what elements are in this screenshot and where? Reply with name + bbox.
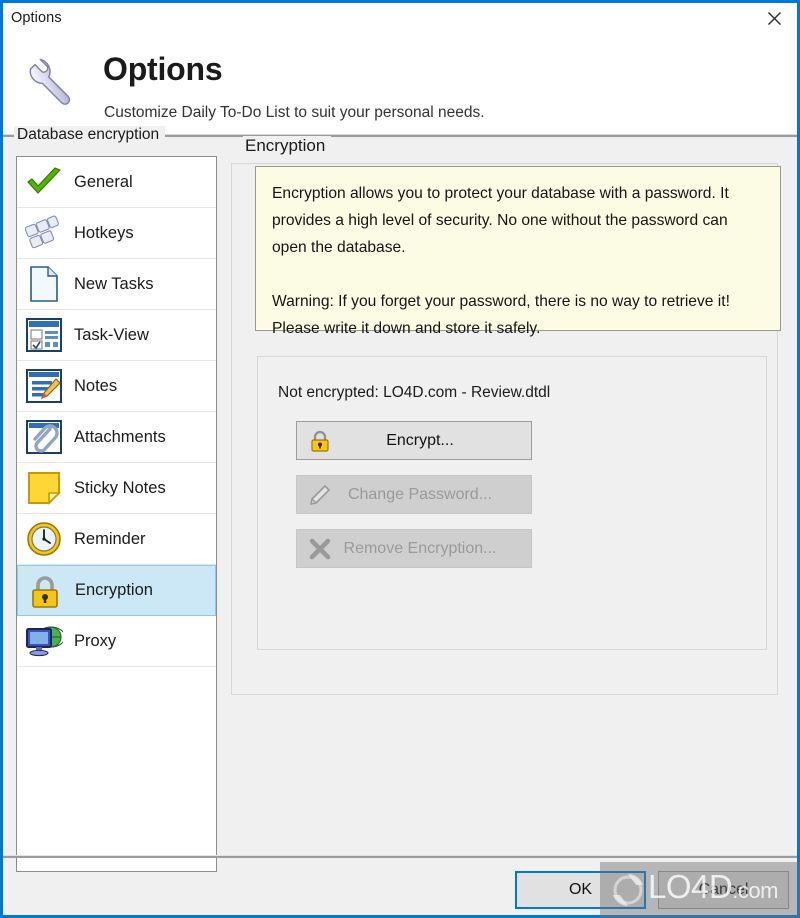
paperclip-icon [21,415,67,459]
task-list-icon [21,313,67,357]
keyboard-keys-icon [21,211,67,255]
encrypt-button[interactable]: Encrypt... [296,421,532,460]
encryption-group-title: Encryption [243,136,332,156]
sidebar-item-label: Attachments [74,427,166,446]
page-title: Options [103,51,223,87]
monitor-globe-icon [21,619,67,663]
dialog-body: General Hotkeys New Tasks Task-View Note… [3,126,797,915]
sidebar-item-label: Encryption [75,581,153,599]
sidebar-item-label: Sticky Notes [74,478,166,497]
remove-encryption-button-label: Remove Encryption... [343,539,497,557]
info-paragraph-2: Warning: If you forget your password, th… [272,293,730,337]
padlock-icon [22,569,68,613]
wrench-icon [29,58,71,105]
database-encryption-group-box: Not encrypted: LO4D.com - Review.dtdl En… [257,356,767,650]
sidebar-item-task-view[interactable]: Task-View [17,310,216,361]
sidebar-item-label: Notes [74,376,118,395]
sidebar-item-label: Proxy [74,631,117,650]
notes-pencil-icon [21,364,67,408]
sidebar-item-general[interactable]: General [17,157,216,208]
settings-category-list[interactable]: General Hotkeys New Tasks Task-View Note… [16,156,217,872]
sidebar-item-hotkeys[interactable]: Hotkeys [17,208,216,259]
change-password-button-label: Change Password... [347,485,493,503]
change-password-button[interactable]: Change Password... [296,475,532,514]
green-check-icon [21,160,67,204]
sidebar-item-proxy[interactable]: Proxy [17,616,216,667]
sidebar-item-new-tasks[interactable]: New Tasks [17,259,216,310]
clock-icon [21,517,67,561]
title-bar: Options [3,3,797,34]
database-status-text: Not encrypted: LO4D.com - Review.dtdl [278,384,551,401]
sidebar-item-notes[interactable]: Notes [17,361,216,412]
sidebar-item-label: New Tasks [74,274,154,293]
sidebar-item-label: Hotkeys [74,223,134,242]
padlock-icon [305,428,335,454]
x-mark-icon [305,536,335,562]
sidebar-item-encryption[interactable]: Encryption [17,565,216,616]
footer-divider-shadow [3,856,797,858]
pencil-icon [305,482,335,508]
document-icon [21,262,67,306]
sidebar-item-reminder[interactable]: Reminder [17,514,216,565]
sticky-note-icon [21,466,67,510]
close-icon [768,11,781,25]
ok-button[interactable]: OK [515,871,646,909]
sidebar-item-sticky-notes[interactable]: Sticky Notes [17,463,216,514]
sidebar-item-label: General [74,172,133,191]
remove-encryption-button[interactable]: Remove Encryption... [296,529,532,568]
header-band: Options Customize Daily To-Do List to su… [3,34,797,134]
options-window: Options Options Customize Daily To-Do Li… [0,0,800,918]
sidebar-item-label: Task-View [74,325,149,344]
cancel-button[interactable]: Cancel [658,871,789,909]
window-title: Options [11,10,62,26]
encryption-info-box: Encryption allows you to protect your da… [255,166,781,337]
info-paragraph-1: Encryption allows you to protect your da… [272,185,729,256]
sidebar-item-label: Reminder [74,529,146,548]
page-subtitle: Customize Daily To-Do List to suit your … [104,104,485,121]
encrypt-button-label: Encrypt... [386,431,454,449]
database-encryption-group-title: Database encryption [14,126,166,144]
close-button[interactable] [752,3,797,33]
sidebar-item-attachments[interactable]: Attachments [17,412,216,463]
